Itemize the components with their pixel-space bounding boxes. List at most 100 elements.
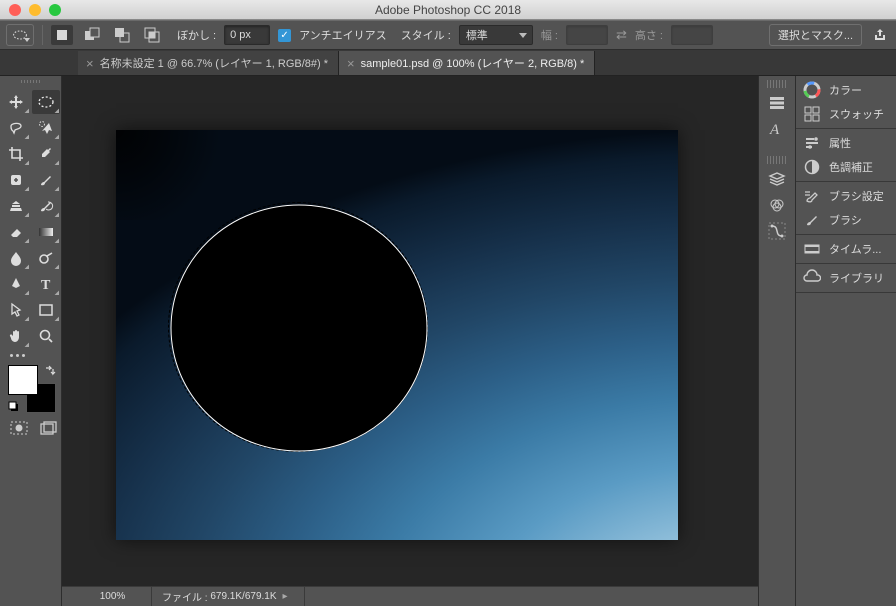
file-size-label: ファイル : — [162, 589, 208, 604]
panel-tab-brush-settings[interactable]: ブラシ設定 — [796, 184, 896, 208]
close-tab-icon[interactable]: × — [347, 56, 355, 71]
document-canvas[interactable] — [116, 130, 678, 540]
panel-tab-library[interactable]: ライブラリ — [796, 266, 896, 290]
quick-mask-icon[interactable] — [10, 421, 28, 438]
zoom-level[interactable]: 100% — [74, 587, 152, 606]
select-and-mask-button[interactable]: 選択とマスク... — [769, 24, 862, 46]
panel-label: ブラシ設定 — [829, 188, 884, 204]
selection-mode-add[interactable] — [81, 25, 103, 45]
zoom-tool[interactable] — [32, 324, 60, 348]
toolbox: T — [0, 76, 62, 606]
pen-tool[interactable] — [2, 272, 30, 296]
app-title: Adobe Photoshop CC 2018 — [0, 3, 896, 17]
panel-label: カラー — [829, 82, 862, 98]
zoom-value: 100% — [100, 591, 126, 602]
type-tool[interactable]: T — [32, 272, 60, 296]
selection-mode-subtract[interactable] — [111, 25, 133, 45]
panel-gripper[interactable] — [767, 156, 787, 164]
panel-gripper[interactable] — [2, 80, 59, 88]
color-swatches — [8, 365, 56, 413]
rectangle-tool[interactable] — [32, 298, 60, 322]
style-label: スタイル : — [401, 27, 451, 43]
properties-icon — [803, 134, 821, 152]
elliptical-selection-marquee — [168, 202, 428, 452]
library-icon — [803, 269, 821, 287]
path-selection-tool[interactable] — [2, 298, 30, 322]
eraser-tool[interactable] — [2, 220, 30, 244]
document-tab-label: 名称未設定 1 @ 66.7% (レイヤー 1, RGB/8#) * — [100, 55, 328, 71]
panel-tab-swatches[interactable]: スウォッチ — [796, 102, 896, 126]
channels-panel-icon[interactable] — [762, 192, 792, 218]
character-panel-icon[interactable]: A — [762, 116, 792, 142]
panel-tab-color[interactable]: カラー — [796, 78, 896, 102]
height-label: 高さ : — [635, 27, 663, 43]
eyedropper-tool[interactable] — [32, 142, 60, 166]
history-brush-tool[interactable] — [32, 194, 60, 218]
file-size-cell[interactable]: ファイル : 679.1K/679.1K ▸ — [152, 587, 305, 606]
panel-tab-brush[interactable]: ブラシ — [796, 208, 896, 232]
status-bar: 100% ファイル : 679.1K/679.1K ▸ — [62, 586, 758, 606]
panel-tab-properties[interactable]: 属性 — [796, 131, 896, 155]
selection-mode-new[interactable] — [51, 25, 73, 45]
panel-tab-adjustments[interactable]: 色調補正 — [796, 155, 896, 179]
foreground-color-swatch[interactable] — [8, 365, 38, 395]
selection-mode-intersect[interactable] — [141, 25, 163, 45]
healing-brush-tool[interactable] — [2, 168, 30, 192]
elliptical-marquee-tool[interactable] — [32, 90, 60, 114]
divider — [42, 25, 43, 45]
history-panel-icon[interactable] — [762, 90, 792, 116]
panel-label: 属性 — [829, 135, 851, 151]
swatches-icon — [803, 105, 821, 123]
file-size-value: 679.1K/679.1K — [210, 591, 276, 602]
panel-label: タイムラ... — [829, 241, 881, 257]
lasso-tool[interactable] — [2, 116, 30, 140]
window-close-button[interactable] — [9, 4, 21, 16]
panels-dock: カラー スウォッチ 属性 色調補正 ブラシ設定 ブ — [796, 76, 896, 606]
window-titlebar: Adobe Photoshop CC 2018 — [0, 0, 896, 20]
dodge-tool[interactable] — [32, 246, 60, 270]
blur-tool[interactable] — [2, 246, 30, 270]
swap-colors-icon[interactable] — [44, 365, 56, 377]
layers-panel-icon[interactable] — [762, 166, 792, 192]
document-tab-label: sample01.psd @ 100% (レイヤー 2, RGB/8) * — [361, 55, 585, 71]
share-icon[interactable] — [870, 28, 890, 42]
feather-input[interactable] — [224, 25, 270, 45]
swap-wh-icon: ⇄ — [616, 27, 627, 43]
panel-gripper[interactable] — [767, 80, 787, 88]
crop-tool[interactable] — [2, 142, 30, 166]
antialias-checkbox[interactable]: ✓ — [278, 29, 291, 42]
hand-tool[interactable] — [2, 324, 30, 348]
color-wheel-icon — [803, 81, 821, 99]
window-zoom-button[interactable] — [49, 4, 61, 16]
timeline-icon — [803, 240, 821, 258]
brush-settings-icon — [803, 187, 821, 205]
screen-mode-icon[interactable] — [40, 421, 58, 438]
current-tool-preset[interactable] — [6, 24, 34, 46]
panel-label: 色調補正 — [829, 159, 873, 175]
move-tool[interactable] — [2, 90, 30, 114]
document-tab[interactable]: × 名称未設定 1 @ 66.7% (レイヤー 1, RGB/8#) * — [78, 51, 339, 75]
brush-tool[interactable] — [32, 168, 60, 192]
status-menu-icon[interactable]: ▸ — [277, 591, 294, 602]
document-tabbar: × 名称未設定 1 @ 66.7% (レイヤー 1, RGB/8#) * × s… — [0, 50, 896, 76]
default-colors-icon[interactable] — [8, 401, 20, 413]
panel-tab-timeline[interactable]: タイムラ... — [796, 237, 896, 261]
width-label: 幅 : — [541, 27, 558, 43]
width-input — [566, 25, 608, 45]
panel-label: ブラシ — [829, 212, 862, 228]
traffic-lights — [0, 4, 61, 16]
height-input — [671, 25, 713, 45]
clone-stamp-tool[interactable] — [2, 194, 30, 218]
gradient-tool[interactable] — [32, 220, 60, 244]
close-tab-icon[interactable]: × — [86, 56, 94, 71]
svg-text:A: A — [769, 122, 780, 138]
canvas-area[interactable]: 100% ファイル : 679.1K/679.1K ▸ — [62, 76, 758, 606]
window-minimize-button[interactable] — [29, 4, 41, 16]
quick-selection-tool[interactable] — [32, 116, 60, 140]
paths-panel-icon[interactable] — [762, 218, 792, 244]
adjustments-icon — [803, 158, 821, 176]
document-tab[interactable]: × sample01.psd @ 100% (レイヤー 2, RGB/8) * — [339, 51, 595, 75]
select-and-mask-label: 選択とマスク... — [778, 27, 853, 43]
style-select[interactable]: 標準 — [459, 25, 533, 45]
edit-toolbar-button[interactable] — [2, 348, 59, 361]
